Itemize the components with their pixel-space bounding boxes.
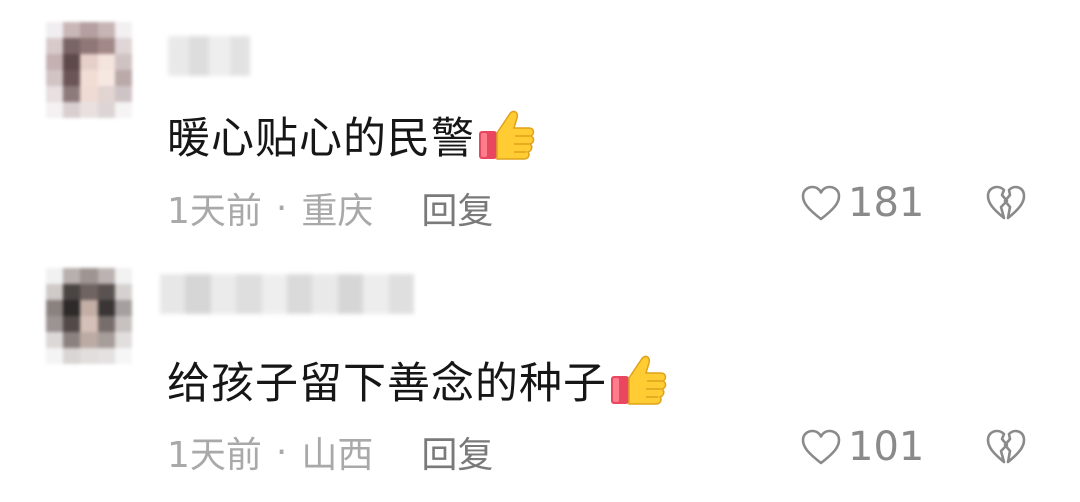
comment-text-content: 给孩子留下善念的种子 [167,359,607,409]
comment-text: 暖心贴心的民警 [167,104,537,166]
comment-time: 1天前 [167,435,262,476]
heart-outline-icon [801,185,841,221]
comment-meta: 1天前 · 重庆 回复 [167,182,493,234]
like-button[interactable]: 181 [800,180,924,226]
avatar[interactable] [46,22,132,118]
avatar[interactable] [46,268,132,364]
like-button[interactable]: 101 [800,424,924,470]
username-blurred[interactable] [160,274,415,314]
like-count: 181 [848,180,925,226]
reply-button[interactable]: 回复 [421,182,493,234]
comment-text-content: 暖心贴心的民警 [167,114,475,164]
comment-meta: 1天前 · 山西 回复 [167,426,493,478]
reply-button[interactable]: 回复 [421,426,493,478]
meta-separator: · [275,431,288,473]
comment-location: 山西 [301,435,374,476]
heart-outline-icon [801,429,841,465]
comment-item: 给孩子留下善念的种子 1天前 · 山西 回复 101 [0,250,1080,502]
username-blurred[interactable] [168,36,250,76]
like-count: 101 [848,424,925,470]
thumbs-up-emoji-icon [479,110,535,160]
meta-separator: · [275,187,288,229]
comment-time: 1天前 [167,191,262,232]
comment-location: 重庆 [301,191,374,232]
broken-heart-icon[interactable] [985,183,1027,223]
broken-heart-icon[interactable] [985,427,1027,467]
comment-item: 暖心贴心的民警 1天前 · 重庆 回复 181 [0,0,1080,250]
thumbs-up-emoji-icon [611,355,667,405]
comment-text: 给孩子留下善念的种子 [167,349,669,411]
